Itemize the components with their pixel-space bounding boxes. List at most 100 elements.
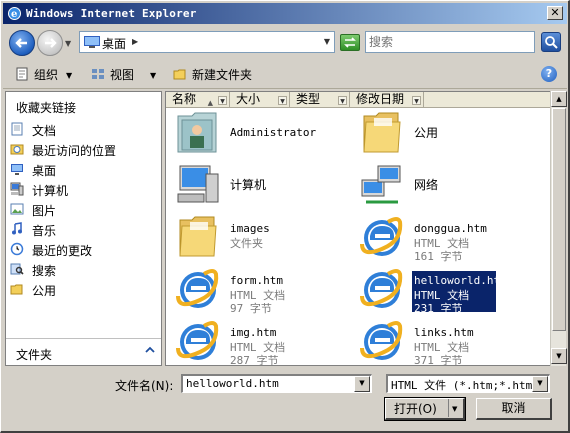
file-name: helloworld.htm xyxy=(414,274,507,287)
sidebar-item-label: 最近的更改 xyxy=(32,244,93,258)
new-folder-icon xyxy=(173,69,186,80)
file-item[interactable]: 网络 xyxy=(356,160,541,210)
chevron-down-icon: ▼ xyxy=(66,71,73,80)
title-bar[interactable]: e Windows Internet Explorer ✕ xyxy=(3,3,567,24)
search-button[interactable] xyxy=(541,32,561,52)
scroll-up-button[interactable]: ▲ xyxy=(551,91,567,107)
sidebar-item[interactable]: 公用 xyxy=(8,280,158,298)
desktop-icon xyxy=(84,36,100,48)
file-item[interactable]: 计算机 xyxy=(172,160,357,210)
column-type-label: 类型 xyxy=(296,92,321,106)
sidebar-item-label: 桌面 xyxy=(32,164,57,178)
sidebar-item[interactable]: 桌面 xyxy=(8,160,158,178)
column-filter-dropdown-icon[interactable]: ▼ xyxy=(278,96,287,105)
search-input[interactable] xyxy=(369,34,529,50)
toolbar: 组织 ▼ 视图 ▼ 新建文件夹 ? xyxy=(3,61,567,89)
forward-button[interactable] xyxy=(37,30,63,56)
file-size: 287 字节 xyxy=(230,354,279,366)
column-name-label: 名称 xyxy=(172,92,197,106)
vertical-scrollbar[interactable]: ▲ ▼ xyxy=(550,91,567,366)
file-item[interactable]: links.htm HTML 文档 371 字节 xyxy=(356,316,541,366)
chevron-up-icon xyxy=(145,346,155,353)
file-item[interactable]: Administrator xyxy=(172,108,357,158)
address-location: 桌面 xyxy=(102,37,127,51)
column-filter-dropdown-icon[interactable]: ▼ xyxy=(218,96,227,105)
network-icon xyxy=(358,162,406,208)
column-modified-label: 修改日期 xyxy=(356,92,405,106)
filename-dropdown-button[interactable]: ▼ xyxy=(354,376,370,392)
file-item[interactable]: donggua.htm HTML 文档 161 字节 xyxy=(356,212,541,263)
refresh-button[interactable] xyxy=(340,34,360,51)
file-size: 371 字节 xyxy=(414,354,463,366)
recent-changes-icon xyxy=(10,242,24,256)
file-name: 公用 xyxy=(414,126,439,140)
organize-menu[interactable]: 组织 ▼ xyxy=(15,66,72,84)
filetype-select[interactable]: HTML 文件 (*.htm;*.html; ▼ xyxy=(386,374,550,393)
address-dropdown-icon[interactable]: ▼ xyxy=(324,37,330,46)
file-name: images xyxy=(230,222,270,235)
address-bar[interactable]: 桌面 ▶ ▼ xyxy=(79,31,335,53)
open-button[interactable]: 打开(O) ▼ xyxy=(384,397,466,421)
ie-html-icon xyxy=(358,318,406,364)
sidebar-item[interactable]: 搜索 xyxy=(8,260,158,278)
sidebar-item[interactable]: 音乐 xyxy=(8,220,158,238)
file-name: 网络 xyxy=(414,178,439,192)
file-size: 161 字节 xyxy=(414,250,463,263)
file-name: img.htm xyxy=(230,326,277,339)
folder-icon xyxy=(174,214,222,260)
scroll-thumb[interactable] xyxy=(552,108,566,331)
organize-label: 组织 xyxy=(34,68,59,82)
column-header-type[interactable]: 类型 ▼ xyxy=(290,92,350,108)
file-name: Administrator xyxy=(230,126,317,139)
file-name: form.htm xyxy=(230,274,283,287)
filename-combobox[interactable]: helloworld.htm ▼ xyxy=(181,374,372,393)
back-button[interactable] xyxy=(9,30,35,56)
column-filter-dropdown-icon[interactable]: ▼ xyxy=(338,96,347,105)
new-folder-label: 新建文件夹 xyxy=(192,68,253,82)
sidebar-item[interactable]: 文档 xyxy=(8,120,158,138)
search-box[interactable] xyxy=(365,31,535,53)
views-menu[interactable]: 视图 ▼ xyxy=(91,66,156,84)
file-item[interactable]: images 文件夹 xyxy=(172,212,357,262)
file-item-selected[interactable]: helloworld.htm HTML 文档 231 字节 xyxy=(356,264,541,315)
chevron-down-icon[interactable]: ▼ xyxy=(452,400,457,418)
folders-label: 文件夹 xyxy=(16,348,53,362)
folder-icon xyxy=(358,110,406,156)
file-name: links.htm xyxy=(414,326,474,339)
cancel-button[interactable]: 取消 xyxy=(476,398,552,420)
file-size: 231 字节 xyxy=(414,302,463,315)
file-item[interactable]: 公用 xyxy=(356,108,541,158)
folders-toggle[interactable]: 文件夹 xyxy=(6,338,161,365)
filetype-dropdown-button[interactable]: ▼ xyxy=(532,376,548,392)
sidebar-item[interactable]: 图片 xyxy=(8,200,158,218)
svg-text:e: e xyxy=(11,9,17,20)
column-header-name[interactable]: 名称 ▲ ▼ xyxy=(166,92,230,108)
column-filter-dropdown-icon[interactable]: ▼ xyxy=(412,96,421,105)
column-header-size[interactable]: 大小 ▼ xyxy=(230,92,290,108)
sidebar-item[interactable]: 最近访问的位置 xyxy=(8,140,158,158)
recent-places-icon xyxy=(10,142,24,156)
file-type: 文件夹 xyxy=(230,237,263,250)
sidebar-item-label: 音乐 xyxy=(32,224,57,238)
file-item[interactable]: img.htm HTML 文档 287 字节 xyxy=(172,316,357,366)
computer-icon xyxy=(10,182,24,196)
refresh-icon xyxy=(344,37,356,48)
views-icon xyxy=(92,69,104,79)
public-folder-icon xyxy=(10,282,24,296)
filename-input[interactable]: helloworld.htm xyxy=(186,377,279,390)
sidebar-item[interactable]: 最近的更改 xyxy=(8,240,158,258)
sidebar-item-label: 搜索 xyxy=(32,264,57,278)
file-list-pane: 名称 ▲ ▼ 大小 ▼ 类型 ▼ 修改日期 ▼ Administrator 公用计… xyxy=(165,91,551,366)
new-folder-button[interactable]: 新建文件夹 xyxy=(173,66,252,84)
scroll-down-button[interactable]: ▼ xyxy=(551,348,567,364)
sidebar-item[interactable]: 计算机 xyxy=(8,180,158,198)
close-button[interactable]: ✕ xyxy=(547,6,563,20)
history-dropdown-icon[interactable]: ▼ xyxy=(65,39,71,48)
breadcrumb-arrow-icon[interactable]: ▶ xyxy=(132,37,138,46)
help-icon[interactable]: ? xyxy=(541,66,557,82)
column-header-modified[interactable]: 修改日期 ▼ xyxy=(350,92,424,108)
file-item[interactable]: form.htm HTML 文档 97 字节 xyxy=(172,264,357,315)
split-divider xyxy=(448,399,449,417)
filename-label: 文件名(N): xyxy=(115,379,174,393)
column-header-bar: 名称 ▲ ▼ 大小 ▼ 类型 ▼ 修改日期 ▼ xyxy=(166,92,550,108)
